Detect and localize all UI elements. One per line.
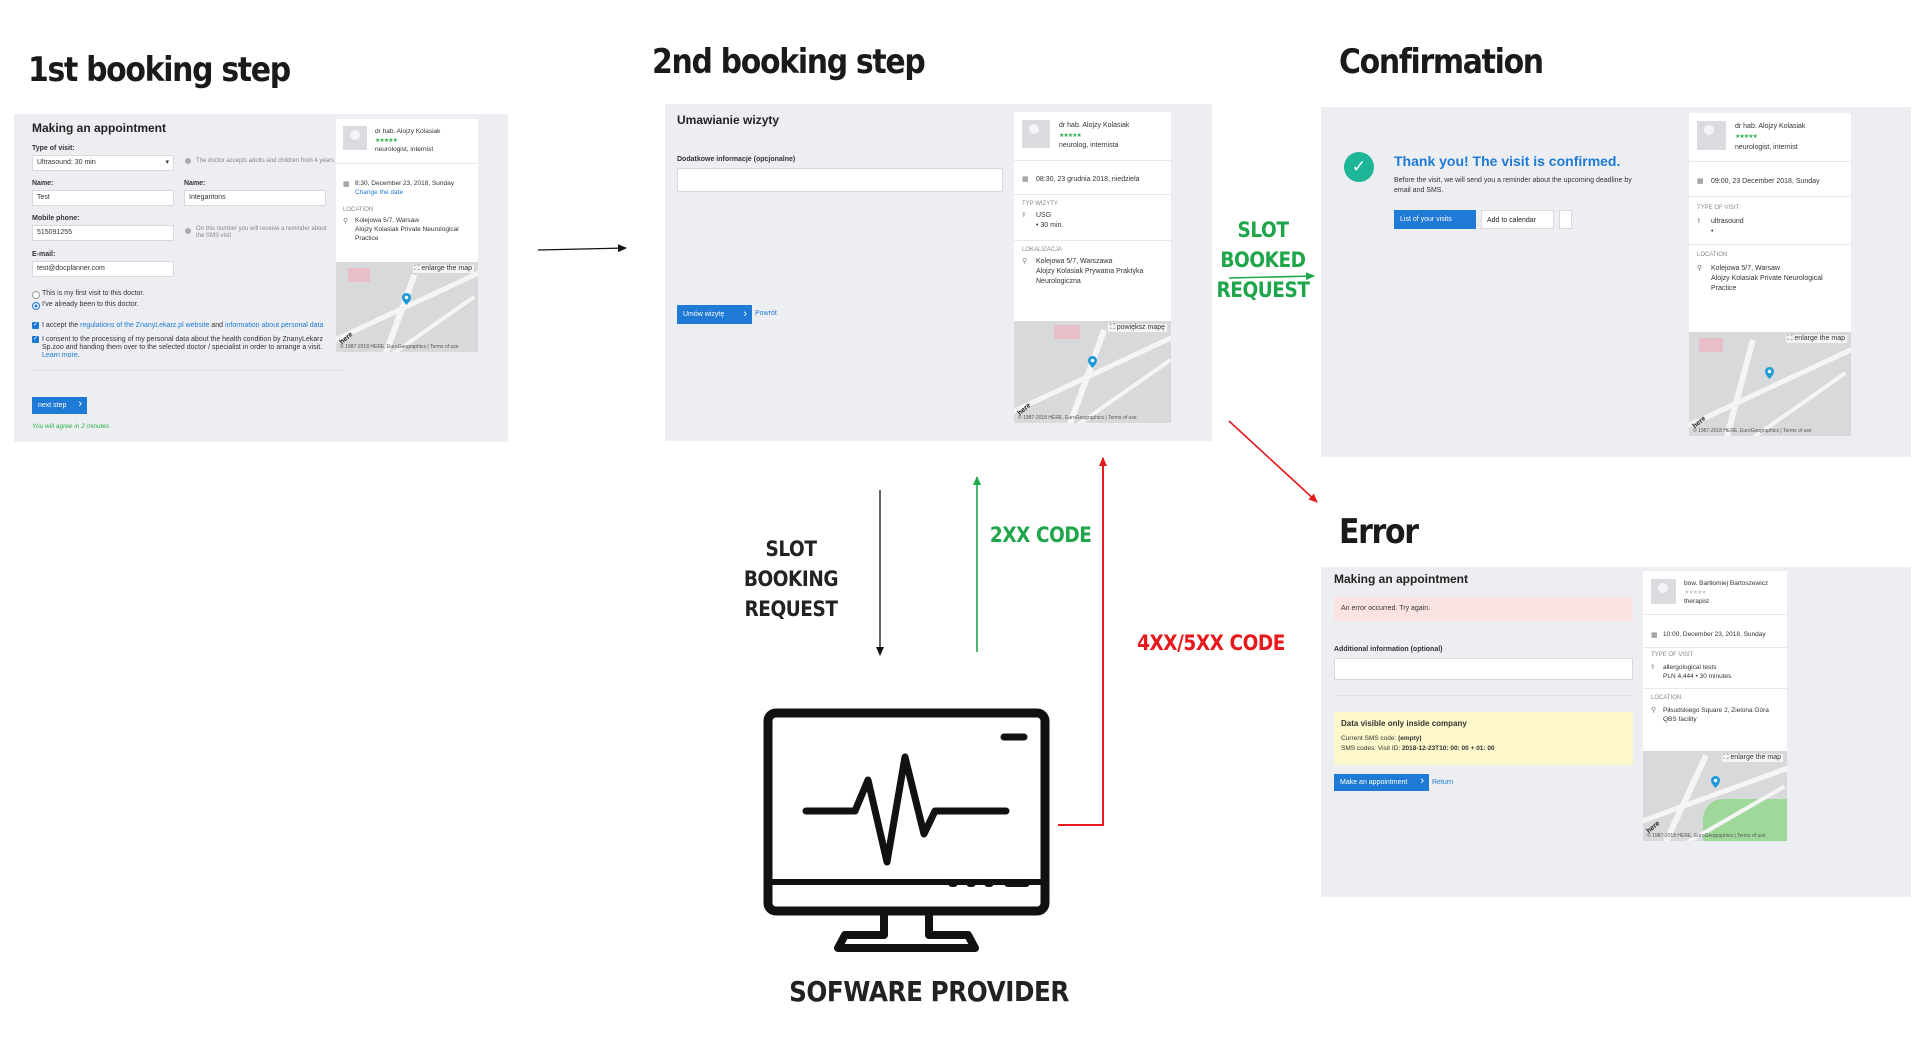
- code-4xx-5xx-label: 4XX/5XX CODE: [1137, 631, 1285, 655]
- code-2xx-label: 2XX CODE: [989, 523, 1092, 547]
- arrow-to-error: [1228, 420, 1318, 503]
- arrow-step1-to-step2: [537, 244, 627, 253]
- flow-arrows: [537, 244, 1318, 952]
- slot-booking-request-label: SLOT BOOKING REQUEST: [743, 537, 839, 621]
- monitor-icon: [763, 708, 1050, 952]
- software-provider-label: SOFWARE PROVIDER: [789, 975, 1069, 1008]
- slot-booked-request-label: SLOT BOOKED REQUEST: [1216, 218, 1310, 302]
- arrow-4xx-5xx-up: [1058, 457, 1107, 826]
